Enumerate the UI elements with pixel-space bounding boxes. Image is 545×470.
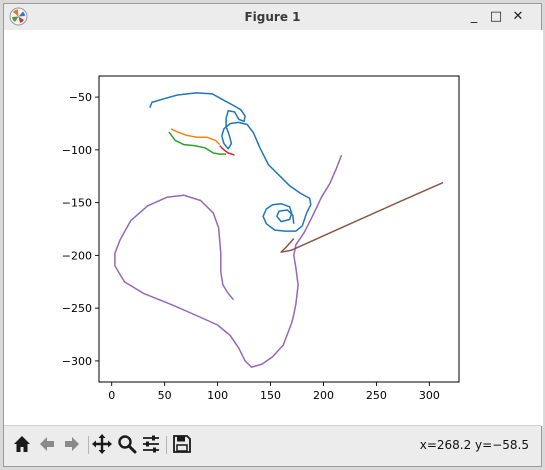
y-tick-label: −100: [62, 144, 92, 157]
save-button[interactable]: [170, 432, 194, 456]
x-tick-label: 0: [108, 389, 115, 402]
minimize-button[interactable]: _: [465, 8, 483, 26]
x-tick-label: 300: [419, 389, 440, 402]
maximize-button[interactable]: □: [487, 8, 505, 26]
back-button[interactable]: [35, 432, 59, 456]
x-tick-label: 150: [260, 389, 281, 402]
y-tick-label: −50: [69, 91, 92, 104]
figure-canvas[interactable]: 0 50 100 150 200 250 300 −50 −100 −150 −200 −250 −3…: [4, 30, 543, 426]
chart: 0 50 100 150 200 250 300 −50 −100 −150 −200 −250 −3…: [62, 75, 460, 402]
toolbar-separator: [88, 436, 89, 454]
x-tick-label: 50: [158, 389, 172, 402]
minimize-icon: _: [470, 9, 478, 24]
x-tick-label: 100: [207, 389, 228, 402]
forward-button[interactable]: [60, 432, 84, 456]
cursor-coordinates: x=268.2 y=−58.5: [419, 438, 529, 452]
magnifier-icon: [118, 435, 137, 454]
home-icon: [14, 436, 30, 452]
window-title: Figure 1: [244, 10, 301, 24]
y-tick-label: −150: [62, 197, 92, 210]
navigation-toolbar: x=268.2 y=−58.5: [4, 425, 541, 466]
figure-window: Figure 1 _ □ ✕ 0 50 100 150 200 250 300 −50 −10…: [3, 3, 543, 467]
arrow-left-icon: [40, 437, 54, 451]
pan-button[interactable]: [90, 432, 114, 456]
y-tick-label: −250: [62, 302, 92, 315]
configure-button[interactable]: [139, 432, 163, 456]
toolbar-separator: [166, 436, 167, 454]
x-tick-label: 250: [366, 389, 387, 402]
move-icon: [92, 434, 112, 454]
maximize-icon: □: [489, 9, 503, 24]
x-tick-label: 200: [313, 389, 334, 402]
plot-frame: [98, 75, 460, 383]
close-icon: ✕: [512, 9, 524, 24]
home-button[interactable]: [10, 432, 34, 456]
arrow-right-icon: [65, 437, 79, 451]
floppy-icon: [173, 435, 191, 453]
title-bar[interactable]: Figure 1 _ □ ✕: [4, 4, 541, 31]
y-tick-label: −200: [62, 249, 92, 262]
y-tick-label: −300: [62, 355, 92, 368]
close-button[interactable]: ✕: [509, 8, 527, 26]
sliders-icon: [143, 435, 159, 453]
zoom-button[interactable]: [115, 432, 139, 456]
